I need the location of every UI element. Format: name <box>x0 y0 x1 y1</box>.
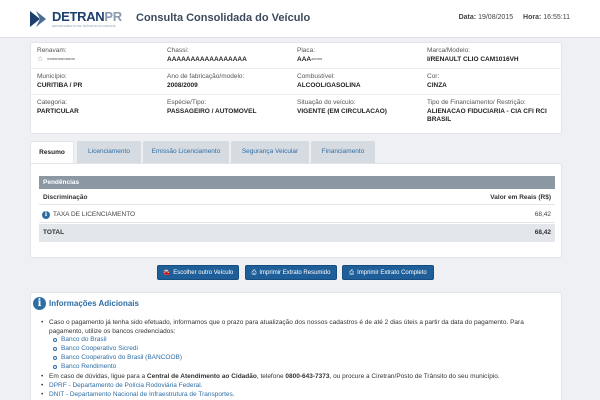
vehicle-info-card: Renavam: ☆ ▫▫▫▫▫▫▫▫▫▫▫▫ Chassi: AAAAAAAAA… <box>30 42 563 134</box>
bank-link[interactable]: Banco do Brasil <box>61 335 107 344</box>
categoria-label: Categoria: <box>37 99 67 106</box>
bank-link[interactable]: Banco Rendimento <box>61 362 116 371</box>
municipio-label: Município: <box>37 73 67 80</box>
date-label: Data: <box>458 14 477 21</box>
col-valor: Valor em Reais (R$) <box>490 194 551 201</box>
print-summary-label: Imprimir Extrato Resumido <box>259 270 331 276</box>
situacao-value: VIGENTE (EM CIRCULACAO) <box>297 108 387 115</box>
logo-subtitle: DEPARTAMENTO DE TRÂNSITO DO PARANÁ <box>52 24 116 28</box>
bank-link[interactable]: Banco Cooperativo Sicredi <box>61 344 138 353</box>
info-icon: i <box>33 297 46 310</box>
categoria-field: Categoria: PARTICULAR <box>37 99 79 116</box>
placa-field: Placa: AAA-▫▫▫▫ <box>297 47 322 64</box>
dprf-link[interactable]: DPRF - Departamento de Polícia Rodoviári… <box>49 381 203 390</box>
especie-field: Espécie/Tipo: PASSAGEIRO / AUTOMOVEL <box>167 99 256 116</box>
combustivel-field: Combustível: ALCOOL/GASOLINA <box>297 73 361 90</box>
item-value: 68,42 <box>534 211 551 218</box>
financiamento-value: ALIENACAO FIDUCIARIA - CIA CFI RCI BRASI… <box>427 108 547 123</box>
help-center-name: Central de Atendimento ao Cidadão <box>146 373 257 380</box>
marca-field: Marca/Modelo: I/RENAULT CLIO CAM1016VH <box>427 47 519 64</box>
combustivel-value: ALCOOL/GASOLINA <box>297 82 361 89</box>
detran-logo-icon <box>30 11 46 27</box>
total-value: 68,42 <box>534 229 551 236</box>
print-full-label: Imprimir Extrato Completo <box>357 270 427 276</box>
placa-label: Placa: <box>297 47 316 54</box>
categoria-value: PARTICULAR <box>37 108 79 115</box>
payment-info-text: Caso o pagamento já tenha sido efetuado,… <box>49 319 524 335</box>
time-label: Hora: <box>523 14 542 21</box>
tab-emissao-licenciamento[interactable]: Emissão Licenciamento <box>143 141 229 163</box>
renavam-value: ▫▫▫▫▫▫▫▫▫▫▫▫ <box>47 56 75 63</box>
tab-resumo[interactable]: Resumo <box>30 141 74 163</box>
help-info-text: Em caso de dúvidas, ligue para a Central… <box>49 373 500 380</box>
favorite-star-icon[interactable]: ☆ <box>37 56 43 63</box>
chassi-label: Chassi: <box>167 47 189 54</box>
logo-wordmark: DETRANPR <box>52 9 122 24</box>
time-value: 16:55:11 <box>543 14 570 21</box>
datetime-display: Data: 19/08/2015 Hora: 16:55:11 <box>459 14 570 21</box>
page-title: Consulta Consolidada do Veículo <box>136 12 311 24</box>
tab-financiamento[interactable]: Financiamento <box>311 141 375 163</box>
financiamento-label: Tipo de Financiamento/ Restrição: <box>427 99 526 106</box>
tab-bar: Resumo Licenciamento Emissão Licenciamen… <box>30 141 562 163</box>
total-row: TOTAL 68,42 <box>39 224 555 242</box>
total-label: TOTAL <box>43 229 65 236</box>
tab-licenciamento[interactable]: Licenciamento <box>77 141 141 163</box>
cor-field: Cor: CINZA <box>427 73 447 90</box>
cor-label: Cor: <box>427 73 440 80</box>
item-desc: TAXA DE LICENCIAMENTO <box>53 211 136 218</box>
print-full-button[interactable]: ⎙ Imprimir Extrato Completo <box>342 265 434 280</box>
especie-label: Espécie/Tipo: <box>167 99 207 106</box>
pendencias-header: Pendências <box>39 176 555 189</box>
marca-value: I/RENAULT CLIO CAM1016VH <box>427 56 519 63</box>
bank-link[interactable]: Banco Cooperativo do Brasil (BANCOOB) <box>61 353 182 362</box>
app-header: DETRANPR DEPARTAMENTO DE TRÂNSITO DO PAR… <box>0 0 600 38</box>
municipio-field: Município: CURITIBA / PR <box>37 73 82 90</box>
date-value: 19/08/2015 <box>478 14 514 21</box>
chassi-value: AAAAAAAAAAAAAAAAA <box>167 56 247 63</box>
tab-seguranca-veicular[interactable]: Segurança Veicular <box>231 141 309 163</box>
cor-value: CINZA <box>427 82 447 89</box>
situacao-label: Situação do veículo: <box>297 99 356 106</box>
renavam-label: Renavam: <box>37 47 67 54</box>
table-row: i TAXA DE LICENCIAMENTO 68,42 <box>39 207 555 223</box>
info-title: Informações Adicionais <box>49 299 139 308</box>
printer-icon: ⎙ <box>349 270 355 276</box>
info-icon[interactable]: i <box>42 211 50 219</box>
ano-field: Ano de fabricação/modelo: 2008/2009 <box>167 73 244 90</box>
financiamento-field: Tipo de Financiamento/ Restrição: ALIENA… <box>427 99 557 124</box>
printer-icon: ⎙ <box>251 270 257 276</box>
chassi-field: Chassi: AAAAAAAAAAAAAAAAA <box>167 47 247 64</box>
municipio-value: CURITIBA / PR <box>37 82 83 89</box>
situacao-field: Situação do veículo: VIGENTE (EM CIRCULA… <box>297 99 387 116</box>
renavam-field: Renavam: ☆ ▫▫▫▫▫▫▫▫▫▫▫▫ <box>37 47 75 64</box>
car-icon: 🚘 <box>162 270 171 276</box>
combustivel-label: Combustível: <box>297 73 335 80</box>
ano-value: 2008/2009 <box>167 82 198 89</box>
especie-value: PASSAGEIRO / AUTOMOVEL <box>167 108 257 115</box>
print-summary-button[interactable]: ⎙ Imprimir Extrato Resumido <box>245 265 337 280</box>
help-phone: 0800-643-7373 <box>285 373 330 380</box>
marca-label: Marca/Modelo: <box>427 47 470 54</box>
ano-label: Ano de fabricação/modelo: <box>167 73 245 80</box>
pendencias-column-header: Discriminação Valor em Reais (R$) <box>39 191 555 205</box>
placa-value: AAA-▫▫▫▫ <box>297 56 323 63</box>
dnit-link[interactable]: DNIT - Departamento Nacional de Infraest… <box>49 390 235 399</box>
resumo-panel: Pendências Discriminação Valor em Reais … <box>30 163 562 258</box>
choose-vehicle-button[interactable]: 🚘 Escolher outro Veículo <box>157 265 239 280</box>
choose-vehicle-label: Escolher outro Veículo <box>173 270 234 276</box>
additional-info-panel: i Informações Adicionais • Caso o pagame… <box>30 292 562 400</box>
detran-logo[interactable]: DETRANPR DEPARTAMENTO DE TRÂNSITO DO PAR… <box>30 9 130 31</box>
col-discriminacao: Discriminação <box>43 194 88 201</box>
